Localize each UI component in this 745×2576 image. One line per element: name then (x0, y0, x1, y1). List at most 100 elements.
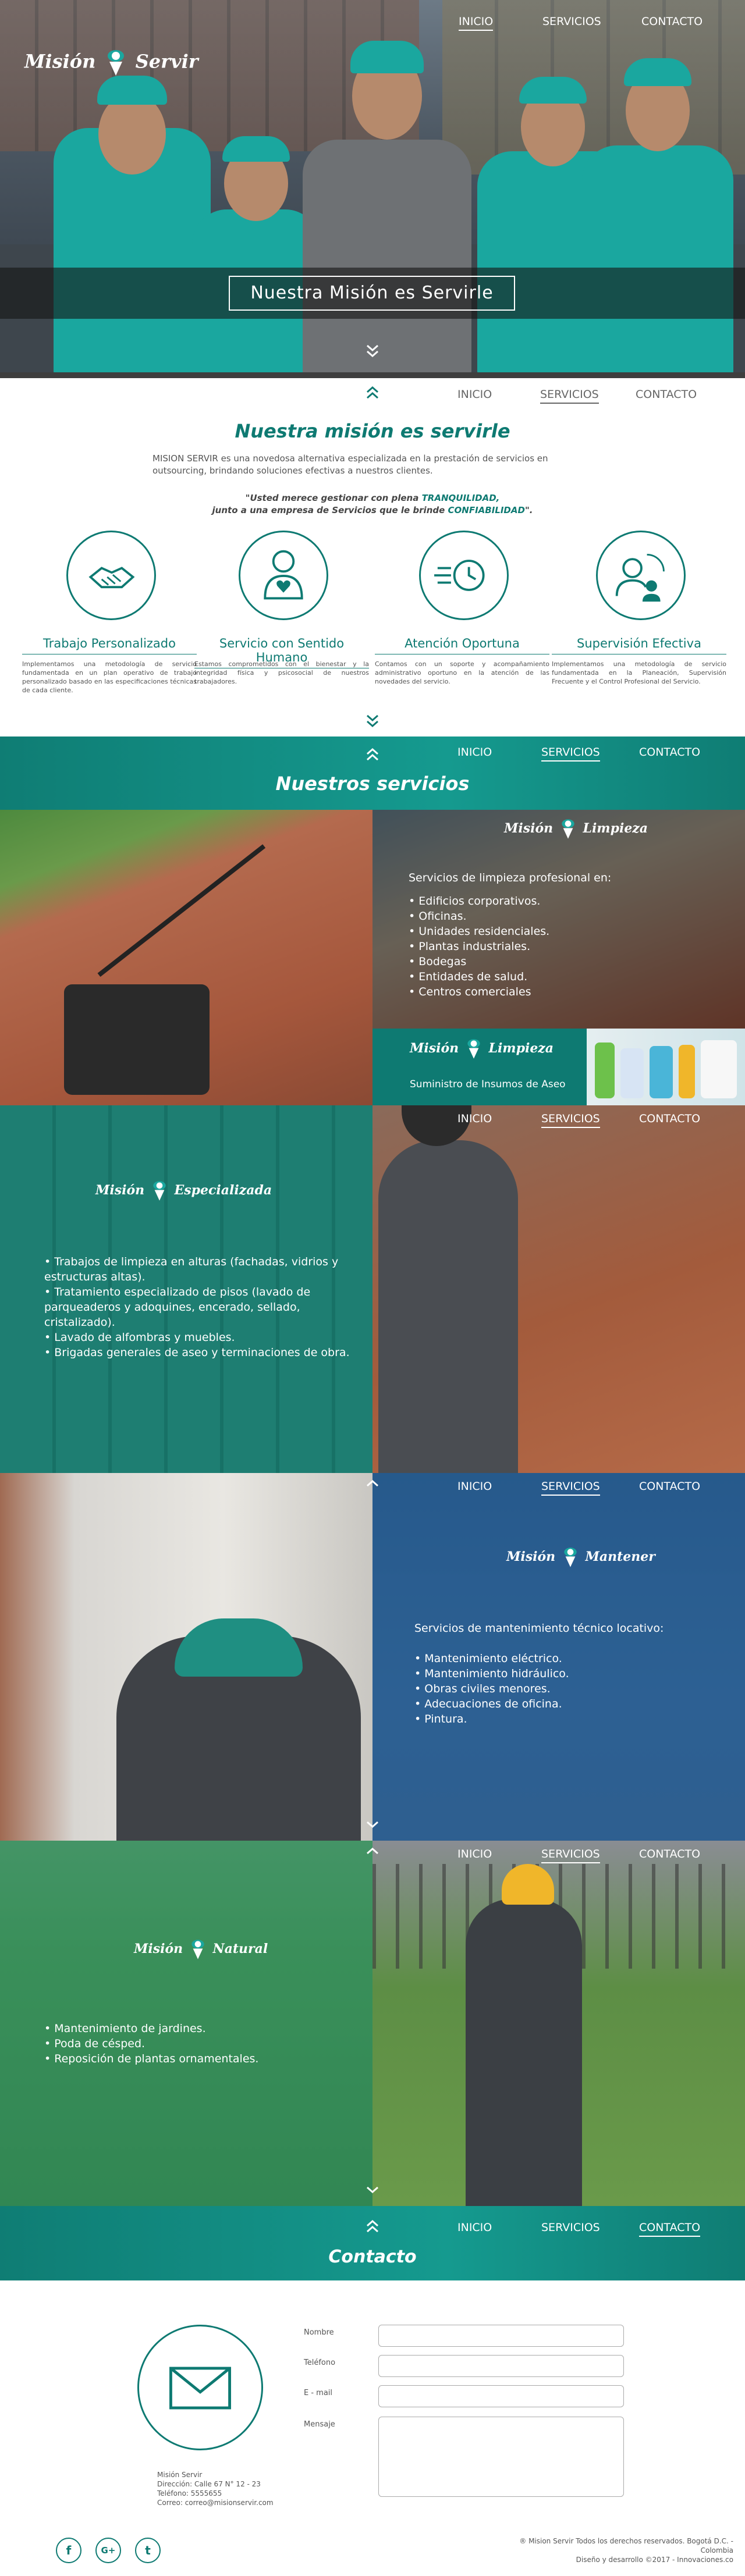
hero-worker-3 (303, 41, 471, 377)
list-item: Mantenimiento de jardines. (44, 2021, 359, 2036)
nav-servicios[interactable]: SERVICIOS (541, 1112, 600, 1128)
nav-inicio[interactable]: INICIO (457, 1480, 492, 1493)
list-item: Entidades de salud. (409, 969, 700, 984)
mission-title: Nuestra misión es servirle (235, 420, 510, 442)
product-bottle (650, 1046, 673, 1098)
hero-section: Nuestra Misión es Servirle Misión Servir… (0, 0, 745, 377)
logo-mark-icon (562, 819, 574, 839)
list-item: Bodegas (409, 954, 700, 969)
product-bottle (701, 1040, 737, 1098)
list-item: Reposición de plantas ornamentales. (44, 2051, 359, 2066)
logo-mark-icon (564, 1547, 577, 1567)
nav-contacto[interactable]: CONTACTO (639, 1848, 700, 1860)
limpieza-machine (64, 984, 210, 1095)
nav-contacto[interactable]: CONTACTO (639, 1480, 700, 1493)
suministro-logo: Misión Limpieza (410, 1038, 554, 1060)
nav-contacto[interactable]: CONTACTO (636, 388, 697, 401)
natural-worker (466, 1899, 582, 2206)
nav-servicios[interactable]: SERVICIOS (541, 1480, 600, 1496)
logo-mark-icon (107, 50, 124, 76)
scroll-up-icon[interactable] (364, 1478, 381, 1495)
name-label: Nombre (304, 2328, 334, 2337)
scroll-up-icon[interactable] (364, 746, 381, 763)
limpieza-logo: Misión Limpieza (504, 818, 648, 840)
brand-logo[interactable]: Misión Servir (24, 49, 198, 77)
nav-inicio[interactable]: INICIO (457, 388, 492, 401)
list-item: Brigadas generales de aseo y terminacion… (44, 1345, 359, 1360)
nav-servicios[interactable]: SERVICIOS (540, 388, 599, 404)
list-item: Trabajos de limpieza en alturas (fachada… (44, 1254, 359, 1285)
nav-servicios[interactable]: SERVICIOS (542, 15, 601, 28)
feature-description: Contamos con un soporte y acompañamiento… (375, 660, 549, 685)
facebook-icon[interactable]: f (56, 2538, 81, 2563)
nav-contacto[interactable]: CONTACTO (639, 746, 700, 759)
list-item: Obras civiles menores. (414, 1681, 717, 1696)
scroll-down-icon[interactable] (364, 1819, 381, 1836)
hero-worker-1 (54, 76, 211, 377)
list-item: Poda de césped. (44, 2036, 359, 2051)
nav-contacto[interactable]: CONTACTO (641, 15, 703, 28)
message-label: Mensaje (304, 2420, 335, 2429)
list-item: Oficinas. (409, 909, 700, 924)
especializada-logo: Misión Especializada (95, 1180, 272, 1202)
list-item: Centros comerciales (409, 984, 700, 999)
logo-mark-icon (153, 1181, 166, 1201)
feature-title: Atención Oportuna (375, 636, 549, 654)
limpieza-text: Servicios de limpieza profesional en: Ed… (409, 870, 700, 999)
message-field[interactable] (378, 2417, 624, 2497)
feature-description: Estamos comprometidos con el bienestar y… (194, 660, 369, 685)
scroll-up-icon[interactable] (364, 384, 381, 401)
feature-title: Trabajo Personalizado (22, 636, 197, 654)
nav-servicios[interactable]: SERVICIOS (541, 1848, 600, 1863)
scroll-down-icon[interactable] (364, 712, 381, 730)
service-natural: INICIO SERVICIOS CONTACTO Misión Natural… (0, 1841, 745, 2206)
hero-bottom-bar (0, 372, 745, 378)
name-field[interactable] (378, 2325, 624, 2347)
service-mantener: INICIO SERVICIOS CONTACTO Misión Mantene… (0, 1473, 745, 1841)
nav-servicios[interactable]: SERVICIOS (541, 746, 600, 762)
especializada-list: Trabajos de limpieza en alturas (fachada… (44, 1254, 359, 1360)
phone-label: Teléfono (304, 2358, 336, 2367)
twitter-icon[interactable]: t (135, 2538, 161, 2563)
nav-inicio[interactable]: INICIO (459, 15, 494, 31)
hero-title: Nuestra Misión es Servirle (229, 276, 515, 311)
natural-list: Mantenimiento de jardines. Poda de céspe… (44, 2021, 359, 2066)
person-heart-icon (239, 531, 328, 620)
logo-text-left: Misión (24, 50, 96, 73)
list-item: Unidades residenciales. (409, 924, 700, 939)
feature-description: Implementamos una metodología de servici… (552, 660, 726, 685)
scroll-up-icon[interactable] (364, 1845, 381, 1863)
suministro-label: Suministro de Insumos de Aseo (410, 1079, 566, 1090)
supervision-icon (596, 531, 686, 620)
phone-field[interactable] (378, 2355, 624, 2377)
nav-contacto[interactable]: CONTACTO (639, 2221, 701, 2237)
product-bottle (620, 1048, 644, 1098)
service-especializada: INICIO SERVICIOS CONTACTO Misión Especia… (0, 1105, 745, 1473)
list-item: Pintura. (414, 1712, 717, 1727)
nav-inicio[interactable]: INICIO (457, 1112, 492, 1125)
product-bottle (679, 1045, 695, 1098)
nav-inicio[interactable]: INICIO (457, 746, 492, 759)
list-item: Adecuaciones de oficina. (414, 1696, 717, 1712)
mantener-list: Mantenimiento eléctrico. Mantenimiento h… (414, 1651, 717, 1727)
contact-title: Contacto (328, 2247, 417, 2267)
especializada-worker (378, 1140, 518, 1473)
email-field[interactable] (378, 2385, 624, 2407)
nav-inicio[interactable]: INICIO (457, 1848, 492, 1860)
service-limpieza: Misión Limpieza Servicios de limpieza pr… (0, 810, 745, 1105)
nav-inicio[interactable]: INICIO (457, 2221, 492, 2234)
mantener-logo: Misión Mantener (506, 1546, 655, 1568)
services-title: Nuestros servicios (275, 773, 470, 795)
nav-servicios[interactable]: SERVICIOS (541, 2221, 600, 2234)
nav-contacto[interactable]: CONTACTO (639, 1112, 700, 1125)
list-item: Mantenimiento eléctrico. (414, 1651, 717, 1666)
especializada-text: Trabajos de limpieza en alturas (fachada… (44, 1254, 359, 1360)
copyright: ® Mision Servir Todos los derechos reser… (519, 2537, 733, 2564)
scroll-down-icon[interactable] (364, 2184, 381, 2201)
list-item: Mantenimiento hidráulico. (414, 1666, 717, 1681)
scroll-down-icon[interactable] (364, 342, 381, 360)
google-plus-icon[interactable]: G+ (95, 2538, 121, 2563)
handshake-icon (66, 531, 156, 620)
scroll-up-icon[interactable] (364, 2218, 381, 2235)
mission-description: MISION SERVIR es una novedosa alternativ… (152, 453, 548, 476)
